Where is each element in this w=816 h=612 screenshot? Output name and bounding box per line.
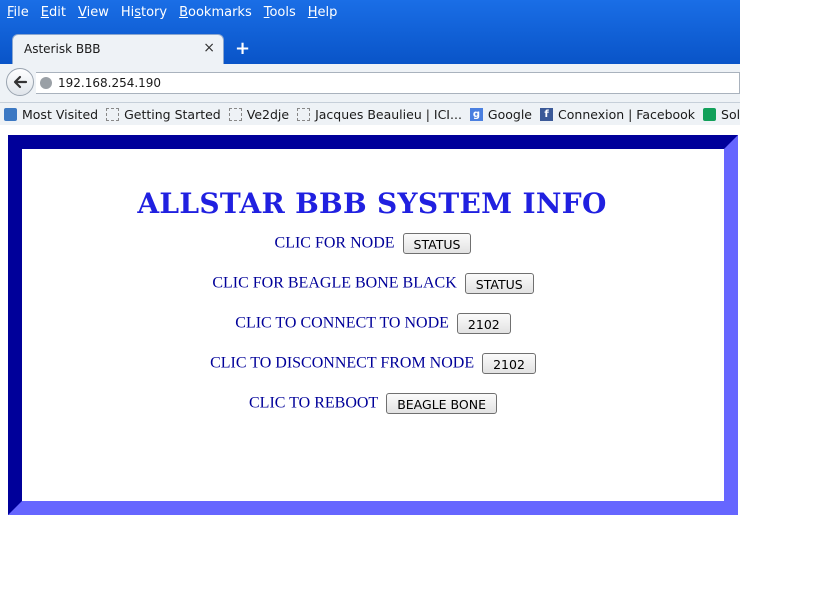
- bbb-status-button[interactable]: STATUS: [464, 273, 534, 294]
- bookmark-item[interactable]: Solutions: [703, 107, 740, 122]
- menu-history[interactable]: History: [121, 5, 167, 20]
- bookmark-item[interactable]: Ve2dje: [228, 106, 290, 122]
- globe-icon: [40, 77, 52, 89]
- bookmark-item[interactable]: g Google: [469, 106, 533, 122]
- bookmark-label: Most Visited: [22, 106, 99, 122]
- tab-asterisk-bbb[interactable]: Asterisk BBB ×: [12, 34, 224, 64]
- page-icon: [106, 107, 120, 121]
- solutions-icon: [703, 107, 717, 121]
- content-frame: ALLSTAR BBB SYSTEM INFO CLIC FOR NODE ST…: [8, 135, 738, 515]
- row-label: CLIC TO CONNECT TO NODE: [235, 314, 449, 332]
- tab-title: Asterisk BBB: [24, 42, 101, 56]
- bookmark-label: Solutions: [721, 106, 740, 122]
- url-bar[interactable]: 192.168.254.190: [36, 72, 740, 94]
- bookmark-label: Connexion | Facebook: [558, 106, 696, 122]
- row-disconnect-node: CLIC TO DISCONNECT FROM NODE 2102: [22, 353, 724, 374]
- url-text[interactable]: 192.168.254.190: [58, 76, 161, 90]
- disconnect-node-button[interactable]: 2102: [482, 353, 536, 374]
- new-tab-button[interactable]: +: [235, 38, 250, 59]
- row-label: CLIC FOR NODE: [274, 234, 395, 252]
- menu-bar: File Edit View History Bookmarks Tools H…: [0, 0, 740, 24]
- row-reboot: CLIC TO REBOOT BEAGLE BONE: [22, 393, 724, 414]
- page-icon: [228, 107, 242, 121]
- browser-chrome: File Edit View History Bookmarks Tools H…: [0, 0, 740, 64]
- connect-node-button[interactable]: 2102: [456, 313, 511, 334]
- page-title: ALLSTAR BBB SYSTEM INFO: [137, 187, 607, 220]
- google-icon: g: [469, 107, 483, 121]
- menu-help[interactable]: Help: [308, 5, 338, 20]
- row-label: CLIC TO REBOOT: [249, 394, 379, 412]
- menu-bookmarks[interactable]: Bookmarks: [179, 5, 252, 20]
- menu-view[interactable]: View: [78, 5, 109, 20]
- row-bbb-status: CLIC FOR BEAGLE BONE BLACK STATUS: [22, 273, 724, 294]
- row-node-status: CLIC FOR NODE STATUS: [22, 233, 724, 254]
- bookmark-item[interactable]: Getting Started: [106, 107, 221, 122]
- bookmark-label: Jacques Beaulieu | ICI...: [315, 106, 462, 122]
- node-status-button[interactable]: STATUS: [402, 233, 472, 254]
- bookmark-item[interactable]: f Connexion | Facebook: [540, 107, 695, 122]
- facebook-icon: f: [540, 107, 554, 121]
- bookmark-item[interactable]: Most Visited: [4, 107, 98, 122]
- bookmark-label: Getting Started: [124, 106, 221, 122]
- most-visited-icon: [4, 107, 17, 121]
- navigation-bar: 192.168.254.190: [0, 64, 740, 103]
- bookmark-label: Ve2dje: [246, 106, 290, 122]
- row-label: CLIC TO DISCONNECT FROM NODE: [210, 354, 475, 372]
- row-connect-node: CLIC TO CONNECT TO NODE 2102: [22, 313, 724, 334]
- menu-file[interactable]: File: [7, 5, 29, 20]
- back-arrow-icon: [13, 75, 28, 89]
- page-icon: [297, 107, 311, 121]
- bookmark-label: Google: [487, 106, 533, 122]
- bookmark-item[interactable]: Jacques Beaulieu | ICI...: [297, 107, 462, 122]
- close-icon[interactable]: ×: [203, 40, 215, 56]
- menu-edit[interactable]: Edit: [41, 5, 66, 20]
- menu-tools[interactable]: Tools: [264, 5, 296, 20]
- row-label: CLIC FOR BEAGLE BONE BLACK: [212, 274, 457, 292]
- reboot-button[interactable]: BEAGLE BONE: [386, 393, 497, 414]
- back-button[interactable]: [6, 68, 34, 96]
- bookmarks-toolbar: Most Visited Getting Started Ve2dje Jacques…: [0, 103, 740, 125]
